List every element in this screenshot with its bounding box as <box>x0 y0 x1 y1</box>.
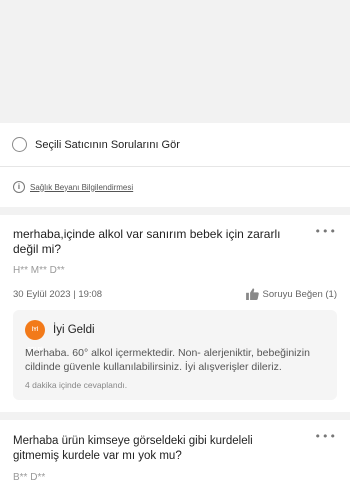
seller-row: İYİ GELDİ İyi Geldi <box>25 320 325 353</box>
section-gap <box>0 207 350 215</box>
question-card: merhaba,içinde alkol var sanırım bebek i… <box>0 215 350 412</box>
question-author: B** D** <box>13 472 46 483</box>
radio-button[interactable] <box>12 137 27 152</box>
answer-text: Merhaba. 60° alkol içermektedir. Non- al… <box>25 347 310 373</box>
seller-name[interactable]: İyi Geldi <box>53 324 95 336</box>
like-label: Soruyu Beğen (1) <box>262 288 337 300</box>
question-meta-row: 30 Eylül 2023 | 19:08 Soruyu Beğen (1) <box>13 288 337 300</box>
questions-page: Seçili Satıcının Sorularını Gör i Sağlık… <box>0 0 350 490</box>
top-blank-area <box>0 0 350 123</box>
question-text: Merhaba ürün kimseye görseldeki gibi kur… <box>13 435 253 462</box>
question-card: Merhaba ürün kimseye görseldeki gibi kur… <box>0 420 350 490</box>
answer-time: 4 dakika içinde cevaplandı. <box>25 380 128 390</box>
health-notice-row: i Sağlık Beyanı Bilgilendirmesi <box>0 167 350 207</box>
thumbs-up-icon <box>245 288 259 300</box>
more-options-icon[interactable]: ••• <box>315 225 337 238</box>
like-question-button[interactable]: Soruyu Beğen (1) <box>245 288 337 300</box>
seller-answer: İYİ GELDİ İyi Geldi Merhaba. 60° alkol i… <box>13 310 337 400</box>
question-date: 30 Eylül 2023 | 19:08 <box>13 288 103 300</box>
question-author: H** M** D** <box>13 265 65 276</box>
seller-questions-filter[interactable]: Seçili Satıcının Sorularını Gör <box>0 123 350 167</box>
more-options-icon[interactable]: ••• <box>315 430 337 443</box>
question-text: merhaba,içinde alkol var sanırım bebek i… <box>13 227 281 256</box>
seller-logo: İYİ GELDİ <box>25 320 45 353</box>
health-notice-link[interactable]: Sağlık Beyanı Bilgilendirmesi <box>30 183 133 192</box>
section-gap <box>0 412 350 420</box>
filter-label: Seçili Satıcının Sorularını Gör <box>35 138 180 151</box>
info-icon: i <box>13 181 25 193</box>
